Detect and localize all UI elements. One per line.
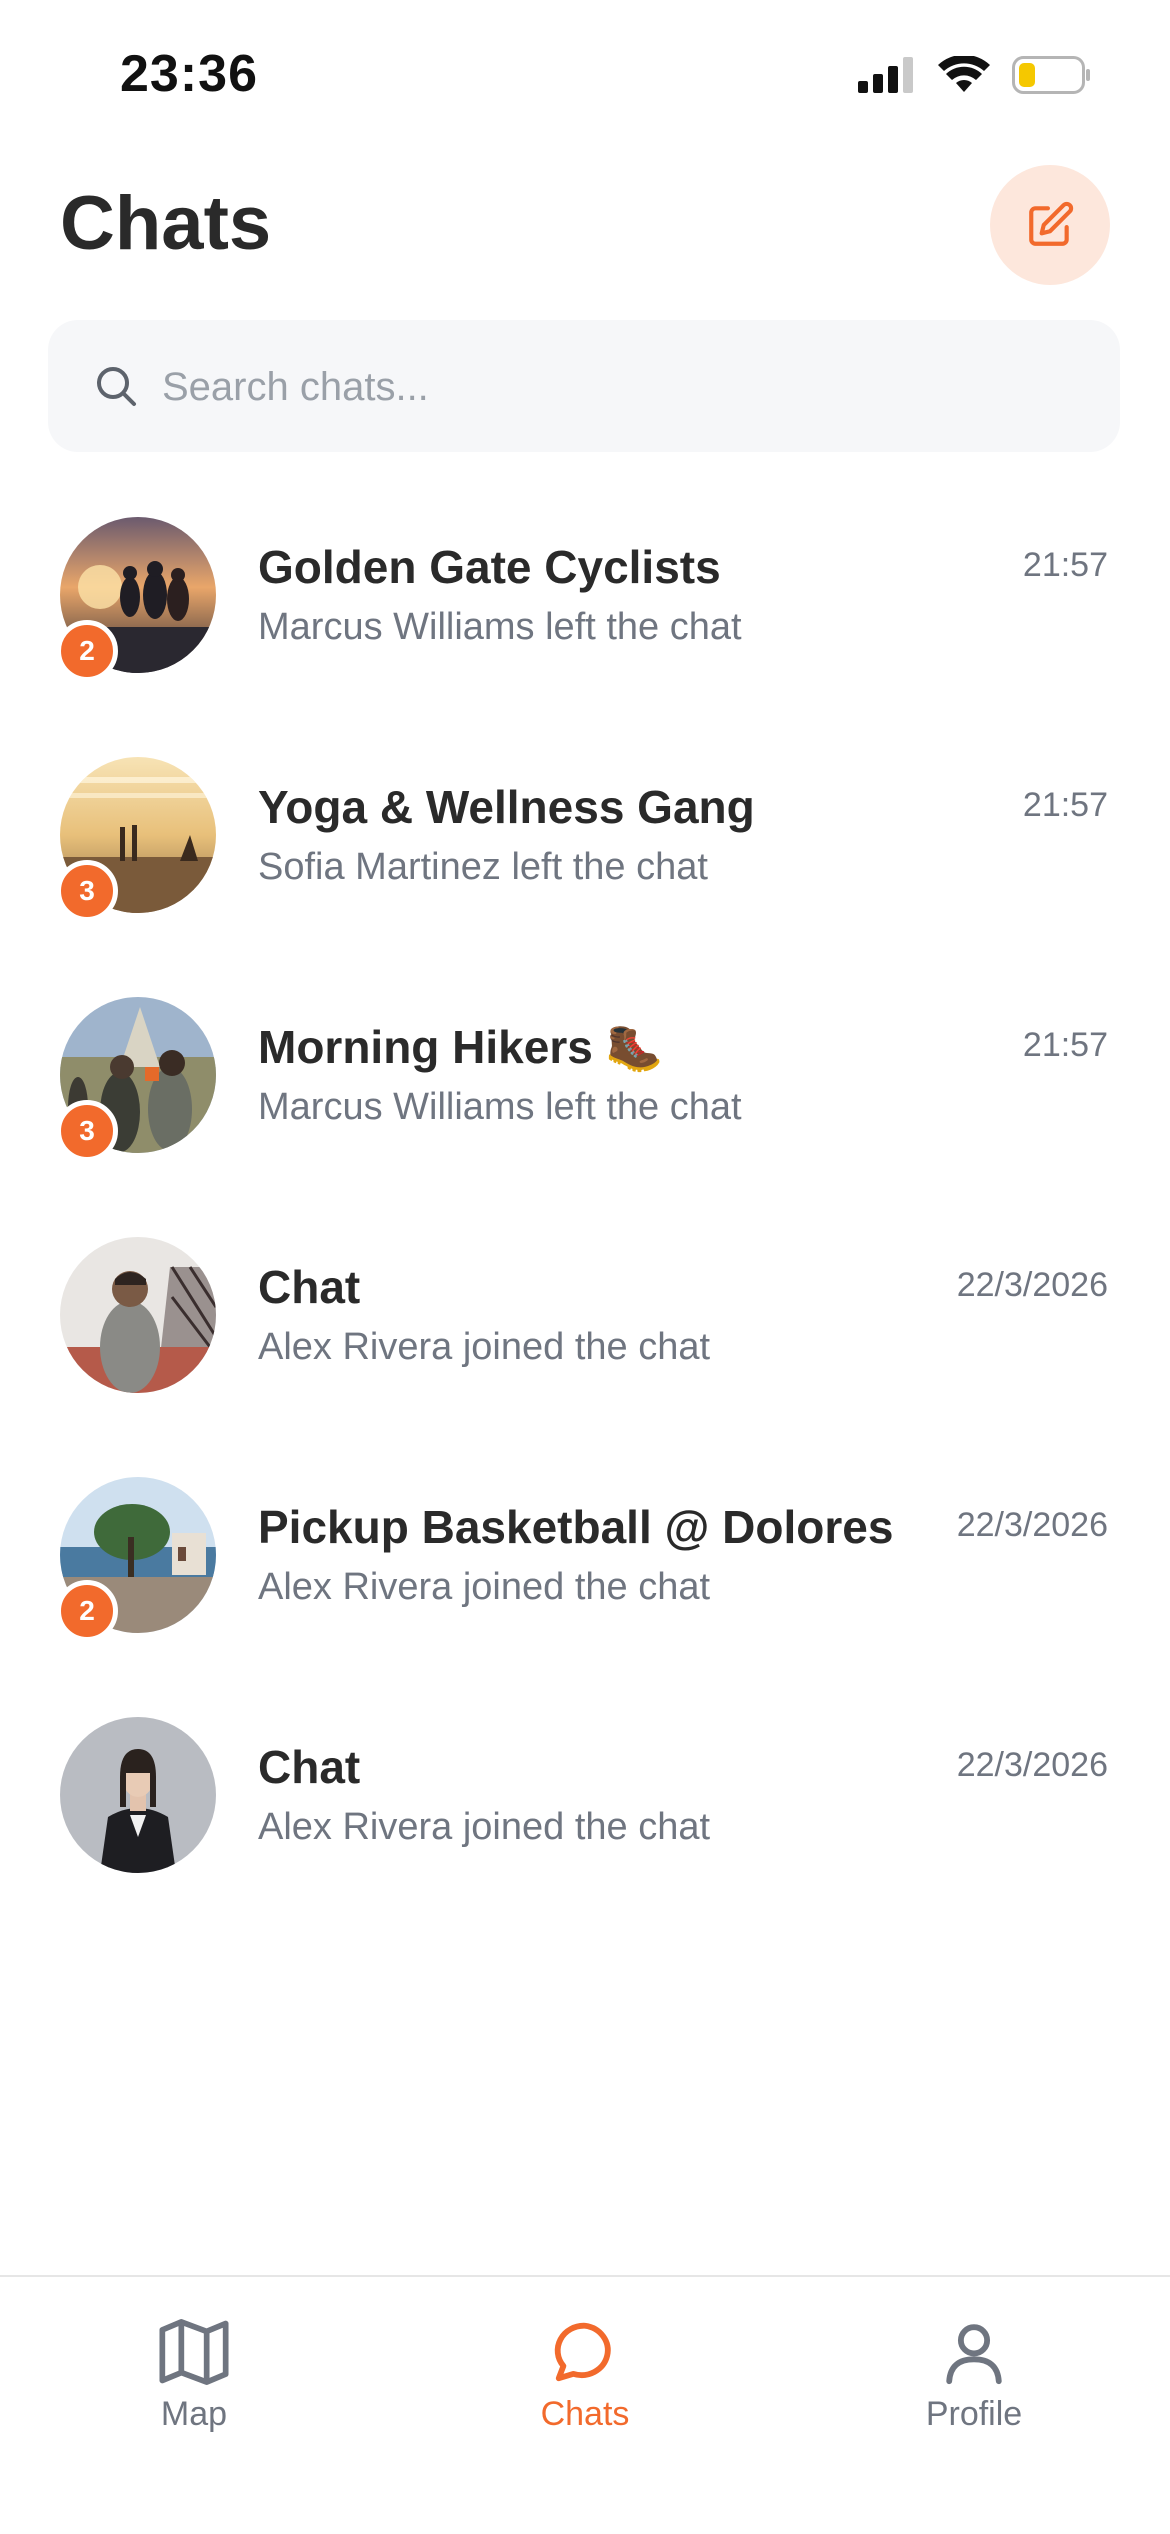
- status-bar: 23:36: [0, 0, 1170, 150]
- chat-preview: Alex Rivera joined the chat: [258, 1806, 711, 1848]
- woman-suit-photo: [60, 1717, 216, 1873]
- search-input[interactable]: [160, 354, 1064, 420]
- tab-label: Chats: [540, 2395, 630, 2433]
- chat-time: 22/3/2026: [956, 1266, 1108, 1304]
- chat-list-item[interactable]: 3 Yoga & Wellness Gang Sofia Martinez le…: [0, 752, 1170, 992]
- chat-time: 21:57: [1022, 786, 1108, 824]
- compose-icon: [1029, 201, 1074, 246]
- compose-button[interactable]: [990, 165, 1110, 285]
- chat-preview: Marcus Williams left the chat: [258, 1086, 742, 1128]
- man-bridge-photo: [60, 1237, 216, 1393]
- chat-list-item[interactable]: Chat Alex Rivera joined the chat 22/3/20…: [0, 1712, 1170, 1952]
- chat-name: Golden Gate Cyclists: [258, 541, 721, 593]
- map-icon: [159, 2319, 229, 2385]
- chat-list: 2 Golden Gate Cyclists Marcus Williams l…: [0, 512, 1170, 1952]
- chat-name: Yoga & Wellness Gang: [258, 781, 755, 833]
- unread-badge: 2: [56, 1580, 118, 1642]
- chat-list-item[interactable]: 3 Morning Hikers 🥾 Marcus Williams left …: [0, 992, 1170, 1232]
- tab-chats[interactable]: Chats: [465, 2317, 705, 2434]
- chat-name: Chat: [258, 1261, 361, 1313]
- header: Chats: [0, 160, 1170, 290]
- cellular-signal-icon: [858, 57, 913, 93]
- status-time: 23:36: [120, 45, 258, 103]
- chat-time: 22/3/2026: [956, 1506, 1108, 1544]
- unread-badge: 3: [56, 860, 118, 922]
- tab-profile[interactable]: Profile: [854, 2317, 1094, 2434]
- chat-time: 21:57: [1022, 1026, 1108, 1064]
- tab-map[interactable]: Map: [74, 2317, 314, 2434]
- chat-bubble-icon: [554, 2322, 611, 2382]
- chat-preview: Sofia Martinez left the chat: [258, 846, 708, 888]
- avatar: [60, 1237, 216, 1393]
- person-icon: [946, 2324, 1002, 2385]
- chat-preview: Marcus Williams left the chat: [258, 606, 742, 648]
- chat-preview: Alex Rivera joined the chat: [258, 1326, 711, 1368]
- tab-label: Map: [160, 2395, 228, 2433]
- battery-icon: [1012, 56, 1090, 94]
- unread-badge: 2: [56, 620, 118, 682]
- chat-name: Chat: [258, 1741, 361, 1793]
- search-icon: [97, 367, 136, 406]
- status-icons: [858, 56, 1092, 94]
- chat-name: Pickup Basketball @ Dolores: [258, 1501, 894, 1553]
- unread-badge: 3: [56, 1100, 118, 1162]
- tab-bar: Map Chats Profile: [0, 2275, 1170, 2534]
- chat-time: 22/3/2026: [956, 1746, 1108, 1784]
- avatar: [60, 1717, 216, 1873]
- search-bar: [48, 320, 1120, 452]
- chat-list-item[interactable]: 2 Golden Gate Cyclists Marcus Williams l…: [0, 512, 1170, 752]
- page-title: Chats: [60, 181, 272, 266]
- chat-preview: Alex Rivera joined the chat: [258, 1566, 711, 1608]
- wifi-icon: [938, 56, 990, 92]
- chat-time: 21:57: [1022, 546, 1108, 584]
- chat-list-item[interactable]: Chat Alex Rivera joined the chat 22/3/20…: [0, 1232, 1170, 1472]
- chat-list-item[interactable]: 2 Pickup Basketball @ Dolores Alex River…: [0, 1472, 1170, 1712]
- chat-name: Morning Hikers 🥾: [258, 1021, 663, 1073]
- tab-label: Profile: [925, 2395, 1023, 2433]
